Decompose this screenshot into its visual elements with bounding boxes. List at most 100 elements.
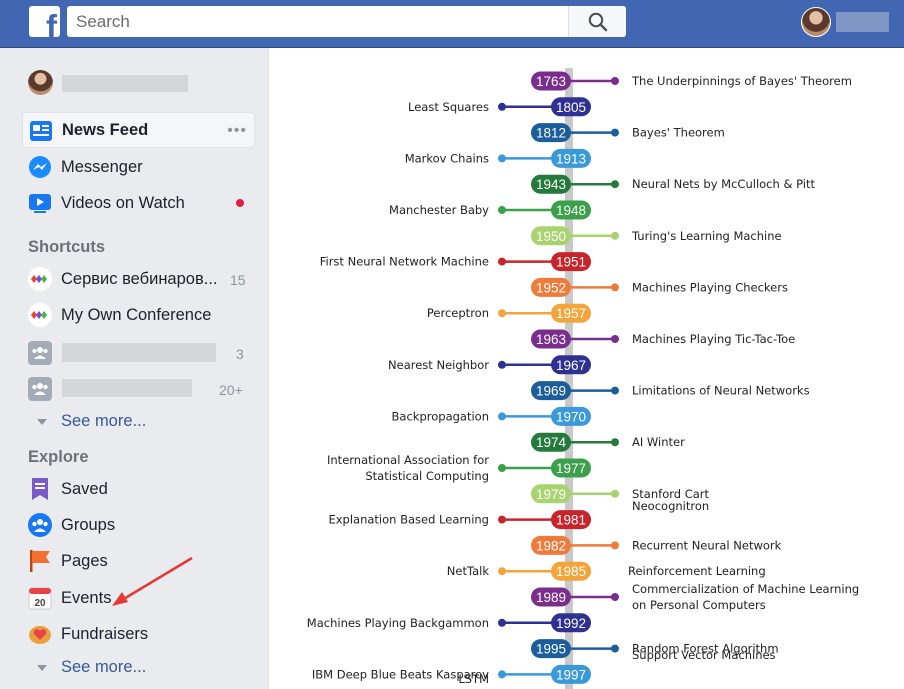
sidebar-item-messenger[interactable]: Messenger [22, 149, 255, 185]
facebook-logo-icon[interactable]: f [29, 6, 60, 37]
year-label: 1913 [556, 151, 586, 166]
sidebar-item-watch[interactable]: Videos on Watch [22, 185, 255, 221]
timeline-dot [611, 335, 619, 343]
sidebar-item-fundraisers[interactable]: Fundraisers [22, 616, 255, 652]
timeline-dot [498, 206, 506, 214]
sidebar-item-groups[interactable]: Groups [22, 507, 255, 543]
see-more-shortcuts-link[interactable]: See more... [37, 412, 146, 431]
fundraisers-icon [29, 626, 51, 644]
year-label: 1969 [536, 384, 566, 399]
event-label: Machines Playing Backgammon [307, 616, 489, 630]
event-label: Statistical Computing [365, 469, 489, 483]
timeline-dot [498, 309, 506, 318]
year-label: 1952 [536, 280, 566, 295]
event-label: Backpropagation [392, 409, 489, 423]
timeline-dot [498, 670, 506, 679]
more-options-icon[interactable]: ••• [227, 122, 247, 140]
profile-avatar[interactable] [801, 7, 831, 37]
search-icon [588, 12, 608, 32]
messenger-icon [29, 156, 51, 178]
year-label: 1992 [556, 616, 586, 631]
shortcut-item[interactable]: 3 [22, 335, 255, 371]
blurred-group-name [62, 343, 216, 362]
search-button[interactable] [568, 6, 626, 37]
sidebar-item-pages[interactable]: Pages [22, 543, 255, 579]
year-label: 1943 [536, 177, 566, 192]
sidebar-item-events[interactable]: 20 Events [22, 580, 255, 616]
event-label: Bayes' Theorem [632, 126, 725, 140]
year-label: 1985 [556, 564, 586, 579]
event-label: First Neural Network Machine [320, 255, 489, 269]
year-label: 1974 [536, 435, 567, 450]
timeline-dot [498, 515, 506, 524]
blurred-group-name [62, 379, 192, 397]
timeline-dot [611, 541, 619, 550]
ml-timeline: 1763 The Underpinnings of Bayes' Theorem1… [307, 68, 859, 689]
timeline-event: 1967 Nearest Neighbor [388, 355, 591, 375]
timeline-event: 1974 AI Winter [531, 432, 685, 452]
post-image-timeline: 1763 The Underpinnings of Bayes' Theorem 1… [268, 48, 904, 689]
year-label: 1997 [556, 667, 586, 682]
timeline-event: 1957 Perceptron [427, 303, 591, 323]
year-label: 1812 [536, 126, 566, 141]
timeline-event: 1992 Machines Playing Backgammon [307, 613, 591, 633]
sidebar-item-saved[interactable]: Saved [22, 471, 255, 507]
timeline-event: 1981 Explanation Based Learning [328, 510, 591, 530]
shortcuts-heading: Shortcuts [28, 238, 106, 256]
search-box [67, 6, 626, 37]
timeline-event: 1970 Backpropagation [392, 406, 591, 426]
year-label: 1970 [556, 409, 586, 424]
sidebar-item-news-feed[interactable]: News Feed ••• [22, 112, 255, 148]
see-more-label: See more... [61, 412, 147, 430]
timeline-dot [498, 464, 506, 472]
year-label: 1963 [536, 332, 566, 347]
event-label: LSTM [458, 672, 489, 686]
timeline-dot [498, 567, 506, 576]
sidebar-profile-link[interactable] [28, 70, 268, 96]
year-label: 1967 [556, 358, 586, 373]
event-label: Machines Playing Tic-Tac-Toe [632, 332, 795, 346]
event-label: Perceptron [427, 306, 489, 320]
profile-name-blurred[interactable] [836, 12, 889, 32]
timeline-event: 1989 Commercialization of Machine Learnin… [531, 582, 859, 612]
year-label: 1982 [536, 538, 566, 553]
event-label: The Underpinnings of Bayes' Theorem [631, 74, 852, 88]
timeline-dot [498, 618, 506, 627]
year-label: 1763 [536, 74, 566, 89]
year-label: 1977 [556, 461, 586, 476]
timeline-event: 1763 The Underpinnings of Bayes' Theorem [531, 71, 852, 91]
event-label: Explanation Based Learning [328, 513, 489, 527]
timeline-dot [611, 77, 619, 85]
event-label: Limitations of Neural Networks [632, 384, 810, 398]
timeline-dot [611, 644, 619, 653]
event-label: on Personal Computers [632, 598, 766, 612]
event-label: Recurrent Neural Network [632, 538, 782, 552]
year-label: 1981 [556, 513, 586, 528]
sidebar-item-label: My Own Conference [61, 306, 212, 324]
sidebar-item-label: Pages [61, 552, 108, 570]
event-label: NetTalk [447, 564, 490, 578]
see-more-explore-link[interactable]: See more... [37, 658, 146, 677]
chevron-down-icon [37, 418, 47, 425]
explore-heading: Explore [28, 448, 89, 466]
event-label: Commercialization of Machine Learning [632, 582, 859, 596]
left-sidebar: News Feed ••• Messenger Videos on Watch … [0, 48, 268, 689]
count-badge: 3 [236, 346, 244, 362]
shortcut-item[interactable]: 20+ [22, 371, 255, 407]
timeline-dot [611, 489, 619, 498]
timeline-event: 1997IBM Deep Blue Beats Kasparov [312, 664, 591, 684]
timeline-event: 1977 International Association for Statist… [327, 453, 591, 483]
event-label: Support Vector Machines [632, 648, 776, 662]
see-more-label: See more... [61, 658, 147, 676]
count-badge: 15 [230, 272, 246, 288]
timeline-dot [611, 593, 619, 601]
shortcut-item[interactable]: My Own Conference [22, 297, 255, 333]
news-feed-icon [30, 121, 52, 141]
timeline-event: 1943 Neural Nets by McCulloch & Pitt [531, 174, 815, 194]
sidebar-item-label: Сервис вебинаров... [61, 270, 218, 288]
year-label: 1995 [536, 642, 566, 657]
top-navigation-bar: f [0, 0, 904, 48]
search-input[interactable] [67, 6, 567, 37]
year-label: 1948 [556, 203, 586, 218]
shortcut-item[interactable]: Сервис вебинаров... 15 [22, 261, 255, 297]
